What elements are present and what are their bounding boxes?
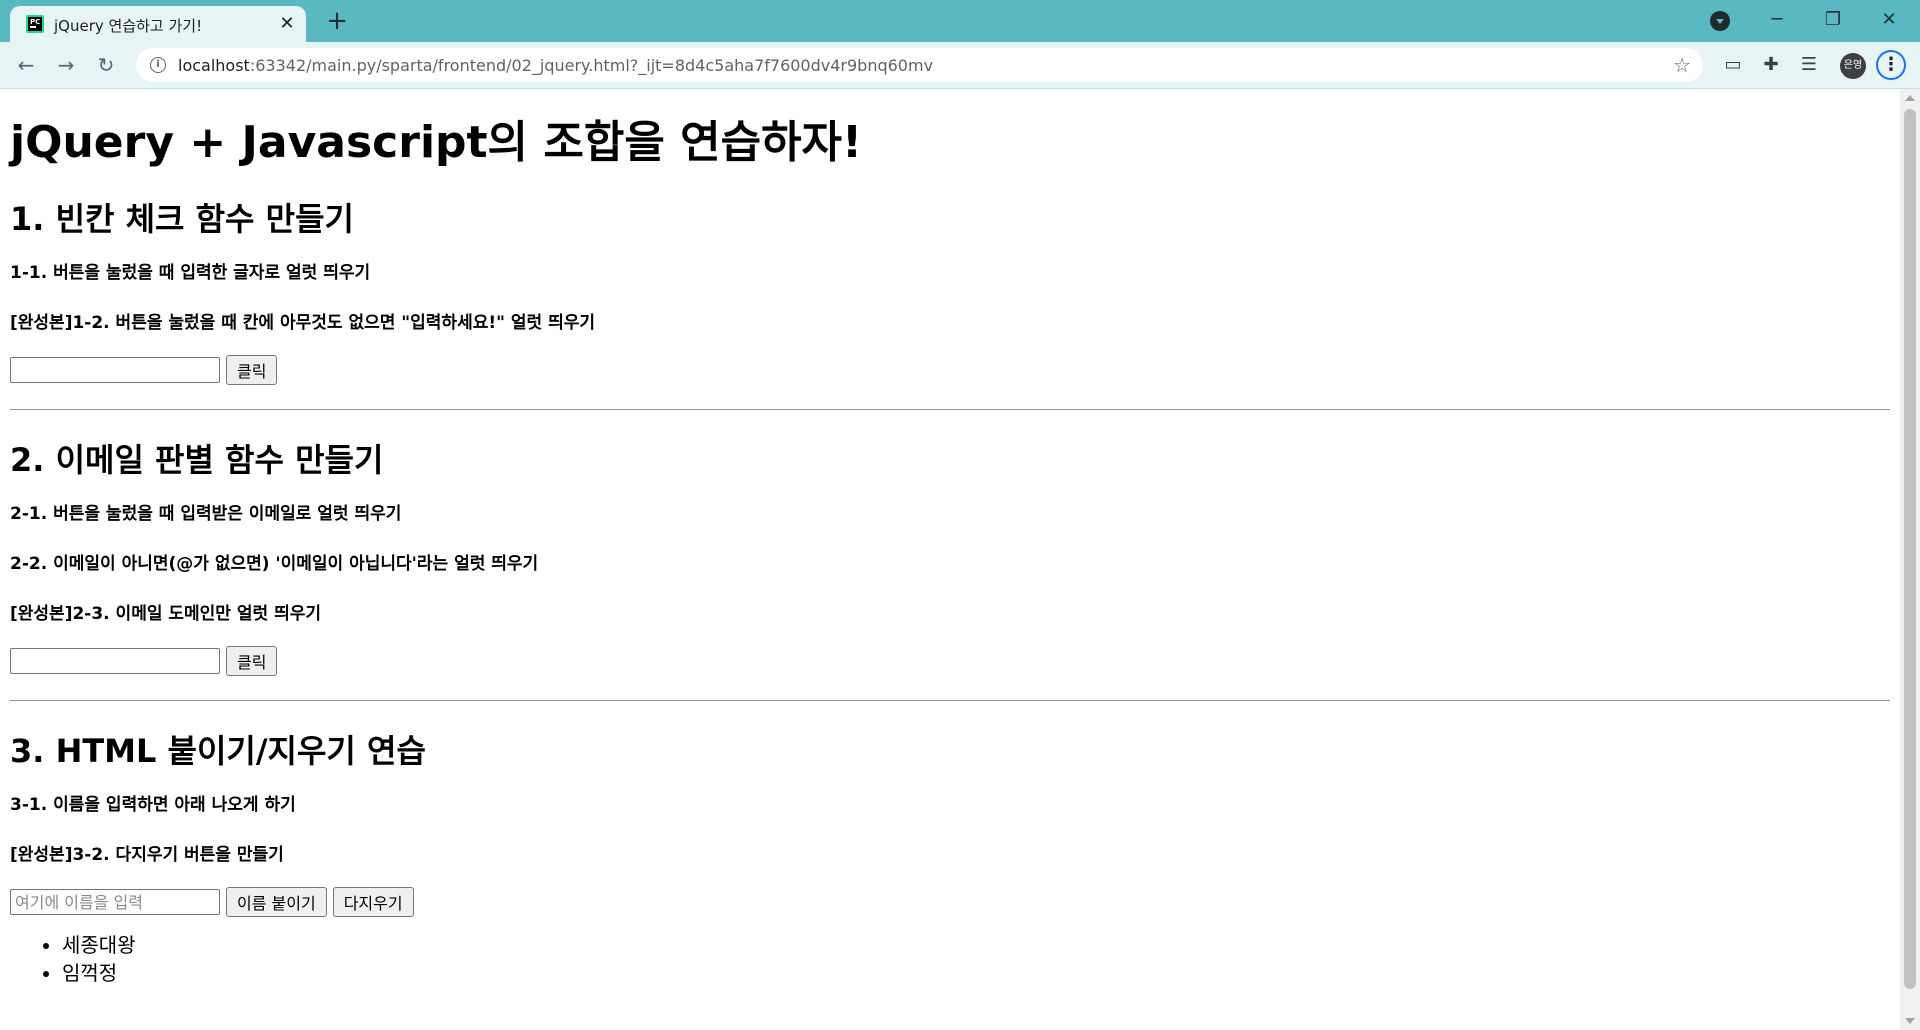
- restore-button[interactable]: ❐: [1808, 4, 1858, 36]
- new-tab-button[interactable]: +: [324, 8, 350, 35]
- blank-check-input[interactable]: [10, 357, 220, 383]
- url-text[interactable]: localhost:63342/main.py/sparta/frontend/…: [178, 56, 933, 75]
- email-input[interactable]: [10, 648, 220, 674]
- url-host: localhost: [178, 56, 250, 75]
- section2-task-1: 2-1. 버튼을 눌렀을 때 입력받은 이메일로 얼럿 띄우기: [10, 504, 402, 524]
- pycharm-favicon-icon: PC: [26, 15, 44, 33]
- section1-task-2: [완성본]1-2. 버튼을 눌렀을 때 칸에 아무것도 없으면 "입력하세요!"…: [10, 313, 596, 333]
- section3-task-1: 3-1. 이름을 입력하면 아래 나오게 하기: [10, 795, 296, 815]
- scroll-down-arrow-icon[interactable]: [1905, 1018, 1915, 1024]
- forward-arrow-icon[interactable]: →: [52, 51, 80, 79]
- svg-text:PC: PC: [30, 18, 40, 26]
- address-bar[interactable]: i localhost:63342/main.py/sparta/fronten…: [136, 48, 1703, 82]
- tab-close-icon[interactable]: ✕: [276, 13, 298, 35]
- section-divider: [10, 409, 1890, 410]
- section2-heading: 2. 이메일 판별 함수 만들기: [10, 441, 384, 479]
- browser-toolbar: ← → ↻ i localhost:63342/main.py/sparta/f…: [0, 42, 1920, 89]
- section-divider: [10, 700, 1890, 701]
- section2-task-2: 2-2. 이메일이 아니면(@가 없으면) '이메일이 아닙니다'라는 얼럿 띄…: [10, 554, 539, 574]
- section3-task-2: [완성본]3-2. 다지우기 버튼을 만들기: [10, 845, 284, 865]
- name-input[interactable]: [10, 889, 220, 915]
- vertical-scrollbar[interactable]: [1900, 89, 1920, 1030]
- append-name-button[interactable]: 이름 붙이기: [226, 887, 327, 917]
- section1-task-1: 1-1. 버튼을 눌렀을 때 입력한 글자로 얼럿 띄우기: [10, 263, 371, 283]
- page-title: jQuery + Javascript의 조합을 연습하자!: [10, 117, 863, 168]
- blank-check-button[interactable]: 클릭: [226, 355, 278, 385]
- scroll-up-arrow-icon[interactable]: [1905, 95, 1915, 101]
- kebab-menu-icon[interactable]: ⋮: [1876, 50, 1906, 80]
- section2-task-3: [완성본]2-3. 이메일 도메인만 얼럿 띄우기: [10, 604, 321, 624]
- section3-heading: 3. HTML 붙이기/지우기 연습: [10, 732, 426, 770]
- close-window-button[interactable]: ✕: [1864, 4, 1914, 36]
- minimize-button[interactable]: ─: [1752, 4, 1802, 36]
- cast-icon[interactable]: ▭: [1720, 52, 1746, 78]
- section1-controls: 클릭: [10, 355, 1890, 385]
- section2-controls: 클릭: [10, 646, 1890, 676]
- tab-strip: PC jQuery 연습하고 가기! ✕ + ─ ❐ ✕: [0, 0, 1920, 42]
- tab-title: jQuery 연습하고 가기!: [54, 17, 203, 35]
- browser-tab[interactable]: PC jQuery 연습하고 가기! ✕: [10, 6, 306, 42]
- clear-all-button[interactable]: 다지우기: [332, 887, 414, 917]
- section1-heading: 1. 빈칸 체크 함수 만들기: [10, 200, 354, 238]
- scrollbar-thumb[interactable]: [1904, 109, 1916, 989]
- reading-list-icon[interactable]: ☰: [1796, 52, 1822, 78]
- info-icon[interactable]: i: [150, 57, 166, 73]
- email-check-button[interactable]: 클릭: [226, 646, 278, 676]
- tab-search-icon[interactable]: [1710, 11, 1730, 31]
- star-icon[interactable]: ☆: [1673, 53, 1691, 77]
- page-viewport: jQuery + Javascript의 조합을 연습하자! 1. 빈칸 체크 …: [0, 89, 1900, 1030]
- section3-controls: 이름 붙이기 다지우기: [10, 887, 1890, 917]
- list-item: 세종대왕: [62, 931, 1890, 959]
- list-item: 임꺽정: [62, 959, 1890, 987]
- page-content: jQuery + Javascript의 조합을 연습하자! 1. 빈칸 체크 …: [0, 117, 1900, 987]
- back-arrow-icon[interactable]: ←: [12, 51, 40, 79]
- puzzle-icon[interactable]: ✚: [1758, 52, 1784, 78]
- reload-icon[interactable]: ↻: [92, 51, 120, 79]
- profile-avatar[interactable]: 은영: [1840, 53, 1866, 79]
- names-list: 세종대왕 임꺽정: [10, 931, 1890, 987]
- url-path: :63342/main.py/sparta/frontend/02_jquery…: [249, 56, 934, 75]
